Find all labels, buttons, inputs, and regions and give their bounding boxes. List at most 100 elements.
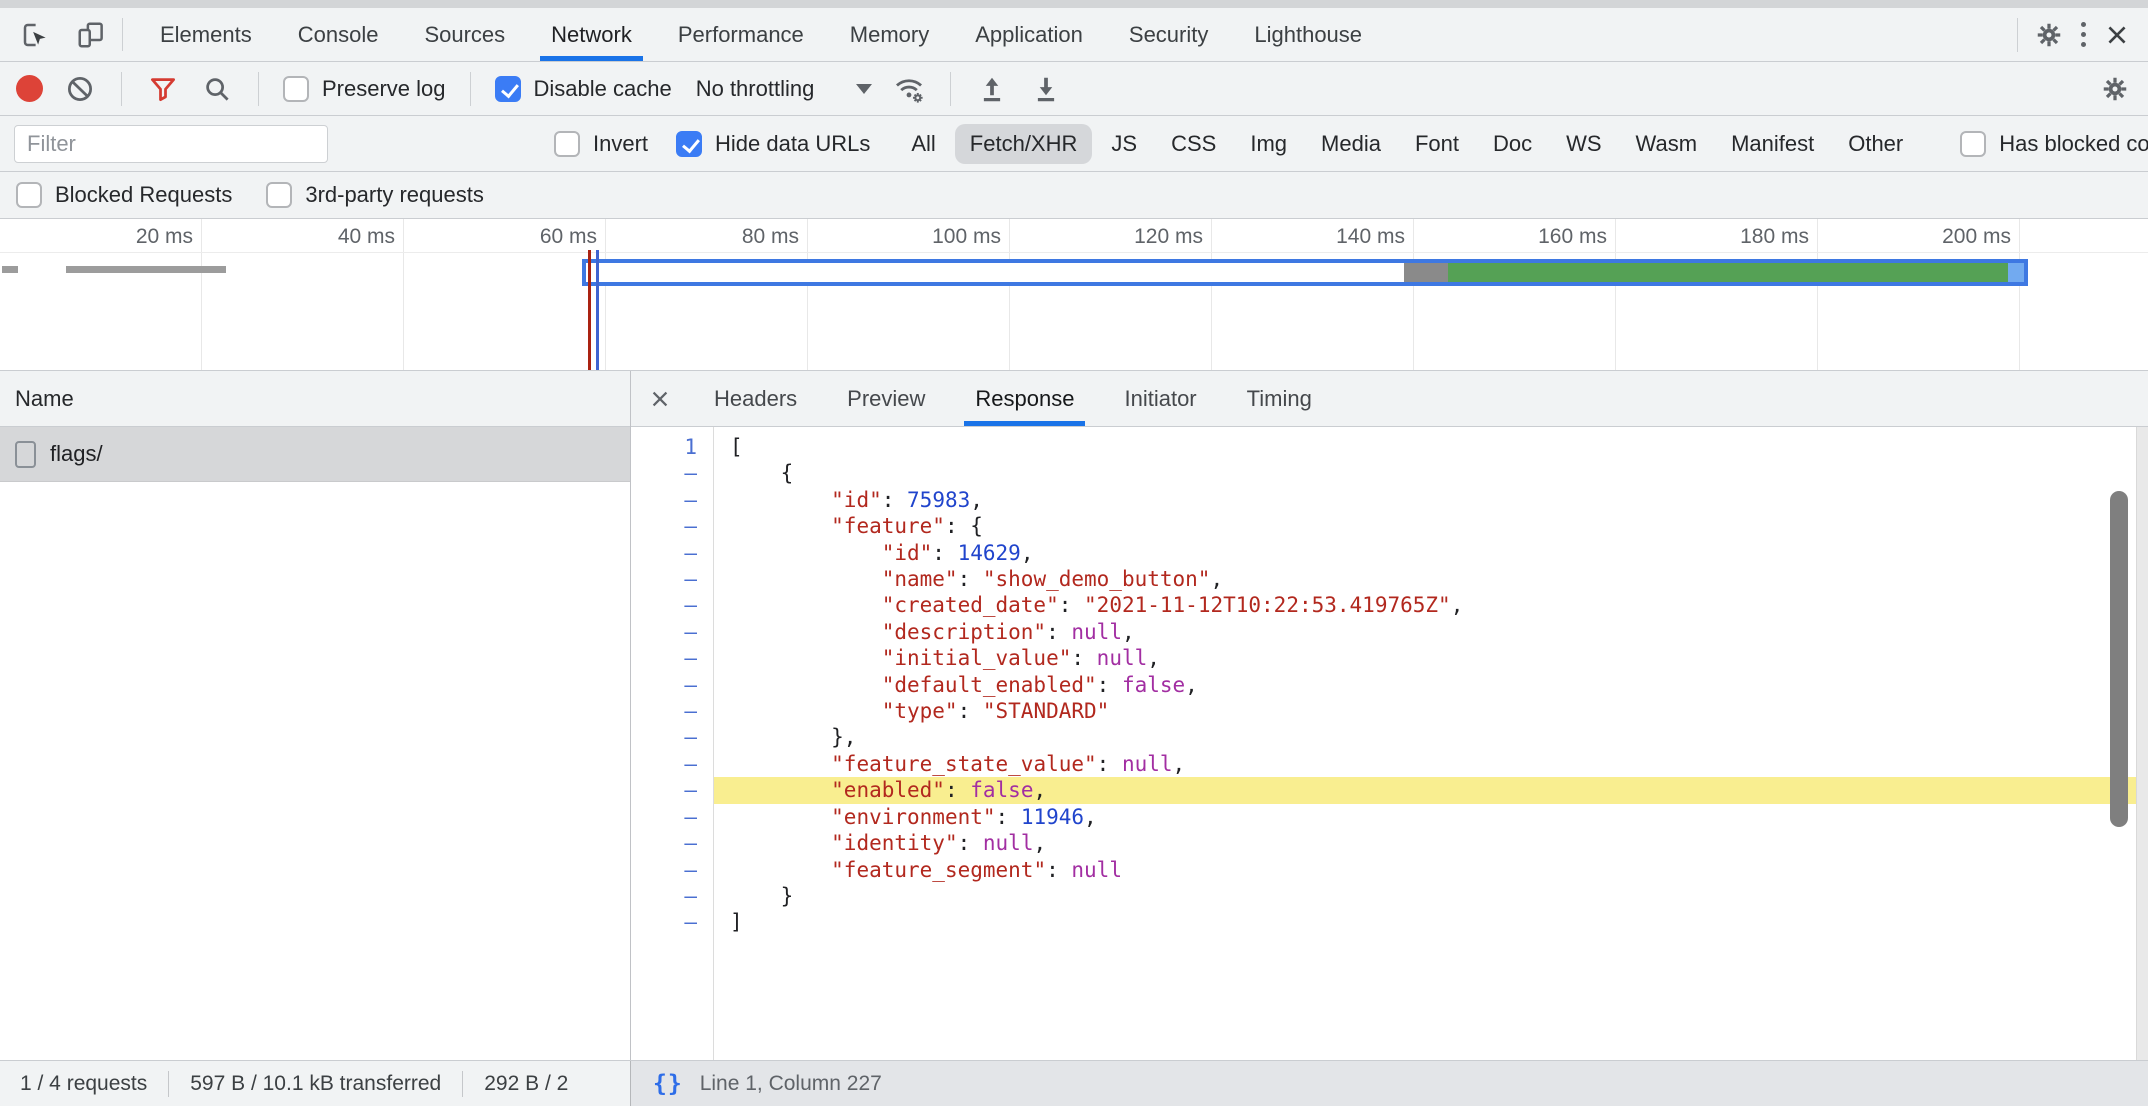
- panel-tab[interactable]: Elements: [137, 8, 275, 61]
- panel-tab[interactable]: Network: [528, 8, 655, 61]
- inspect-element-icon[interactable]: [18, 18, 52, 52]
- resource-type-chip[interactable]: Font: [1400, 124, 1474, 164]
- resource-type-chip[interactable]: Img: [1235, 124, 1302, 164]
- code-token: [730, 567, 882, 591]
- blocked-requests-checkbox[interactable]: Blocked Requests: [16, 182, 232, 208]
- resource-type-chip[interactable]: WS: [1551, 124, 1616, 164]
- code-token: ,: [970, 488, 983, 512]
- code-token: ,: [1210, 567, 1223, 591]
- line-number: –: [631, 751, 713, 777]
- panel-tab[interactable]: Console: [275, 8, 402, 61]
- code-token: "2021-11-12T10:22:53.419765Z": [1084, 593, 1451, 617]
- summary-segment: 597 B / 10.1 kB transferred: [147, 1071, 441, 1097]
- resource-type-chip[interactable]: Manifest: [1716, 124, 1829, 164]
- panel-tab[interactable]: Application: [952, 8, 1106, 61]
- chevron-down-icon: [856, 84, 872, 94]
- code-token: [730, 778, 831, 802]
- filter-input[interactable]: [14, 125, 328, 163]
- invert-checkbox[interactable]: Invert: [554, 131, 648, 157]
- code-line: – {: [631, 460, 2148, 486]
- network-conditions-icon[interactable]: [892, 72, 926, 106]
- vertical-scrollbar-thumb[interactable]: [2110, 491, 2128, 827]
- code-token: "created_date": [882, 593, 1059, 617]
- document-icon: [15, 441, 36, 468]
- hide-data-urls-checkbox[interactable]: Hide data URLs: [676, 131, 870, 157]
- detail-tabbar: Headers Preview Response Initiator Timin…: [631, 371, 2148, 427]
- detail-tab-label: Initiator: [1124, 386, 1196, 412]
- detail-tab[interactable]: Headers: [689, 371, 822, 426]
- code-token: :: [958, 567, 983, 591]
- response-code-viewer[interactable]: 1 [ – { – "id": 75983,: [631, 427, 2148, 1060]
- filter-funnel-icon[interactable]: [146, 72, 180, 106]
- summary-text: 597 B / 10.1 kB transferred: [190, 1072, 441, 1096]
- resource-type-chip[interactable]: CSS: [1156, 124, 1231, 164]
- line-content: {: [713, 460, 2148, 486]
- code-token: ,: [1021, 541, 1034, 565]
- timeline-grid: 20 ms 40 ms 60 ms 80 ms 100 ms 120 ms 14…: [0, 219, 2148, 370]
- throttling-dropdown[interactable]: No throttling: [692, 76, 873, 102]
- name-header-label: Name: [15, 386, 74, 412]
- preserve-log-checkbox[interactable]: Preserve log: [283, 76, 446, 102]
- code-token: [730, 805, 831, 829]
- cursor-position: Line 1, Column 227: [700, 1072, 882, 1096]
- resource-type-chip[interactable]: Doc: [1478, 124, 1547, 164]
- clear-requests-icon[interactable]: [63, 72, 97, 106]
- code-token: "identity": [831, 831, 957, 855]
- code-token: }: [730, 884, 793, 908]
- request-timing-bar[interactable]: [582, 259, 2028, 286]
- has-blocked-cookies-checkbox[interactable]: Has blocked cookies: [1960, 131, 2148, 157]
- request-rows: flags/: [0, 427, 630, 482]
- network-settings-gear-icon[interactable]: [2098, 72, 2132, 106]
- code-line: – "identity": null,: [631, 830, 2148, 856]
- detail-tab[interactable]: Initiator: [1099, 371, 1221, 426]
- panel-tab[interactable]: Memory: [827, 8, 952, 61]
- toolbar-divider: [121, 72, 122, 106]
- third-party-requests-checkbox[interactable]: 3rd-party requests: [266, 182, 484, 208]
- request-row[interactable]: flags/: [0, 427, 630, 482]
- code-line: – "feature": {: [631, 513, 2148, 539]
- name-column-header[interactable]: Name: [0, 371, 630, 427]
- device-toolbar-icon[interactable]: [74, 18, 108, 52]
- search-icon[interactable]: [200, 72, 234, 106]
- resource-type-chip[interactable]: Media: [1306, 124, 1396, 164]
- pretty-print-icon[interactable]: {}: [653, 1071, 683, 1097]
- code-line: – "feature_state_value": null,: [631, 751, 2148, 777]
- close-detail-icon[interactable]: [631, 371, 689, 426]
- request-list-pane: Name flags/: [0, 371, 630, 1060]
- resource-type-chip[interactable]: JS: [1096, 124, 1152, 164]
- more-options-kebab-icon[interactable]: [2066, 18, 2100, 52]
- code-token: [730, 541, 882, 565]
- resource-type-chip[interactable]: Other: [1833, 124, 1918, 164]
- line-content: "identity": null,: [713, 830, 2148, 856]
- line-content: "id": 14629,: [713, 540, 2148, 566]
- code-token: "initial_value": [882, 646, 1072, 670]
- detail-tab[interactable]: Response: [950, 371, 1099, 426]
- resource-type-chip[interactable]: Fetch/XHR: [955, 124, 1093, 164]
- export-har-icon[interactable]: [1029, 72, 1063, 106]
- code-token: false: [1122, 673, 1185, 697]
- disable-cache-checkbox[interactable]: Disable cache: [495, 76, 672, 102]
- network-overview[interactable]: 20 ms 40 ms 60 ms 80 ms 100 ms 120 ms 14…: [0, 219, 2148, 371]
- code-token: [730, 858, 831, 882]
- line-number: –: [631, 698, 713, 724]
- request-filters-row: Blocked Requests 3rd-party requests: [0, 172, 2148, 219]
- panel-tab[interactable]: Security: [1106, 8, 1231, 61]
- timeline-tick: 140 ms: [1212, 219, 1414, 370]
- resource-type-chip[interactable]: All: [896, 124, 950, 164]
- settings-gear-icon[interactable]: [2032, 18, 2066, 52]
- import-har-icon[interactable]: [975, 72, 1009, 106]
- detail-tab[interactable]: Preview: [822, 371, 950, 426]
- timeline-tick: 40 ms: [202, 219, 404, 370]
- scrollbar-track: [2136, 427, 2148, 1060]
- panel-tab[interactable]: Sources: [401, 8, 528, 61]
- record-button[interactable]: [16, 75, 43, 102]
- panel-tab[interactable]: Lighthouse: [1231, 8, 1385, 61]
- close-devtools-icon[interactable]: [2100, 18, 2134, 52]
- detail-tab[interactable]: Timing: [1222, 371, 1337, 426]
- panel-tab[interactable]: Performance: [655, 8, 827, 61]
- window-top-edge: [0, 0, 2148, 8]
- resource-type-chip[interactable]: Wasm: [1621, 124, 1713, 164]
- panel-tab-label: Elements: [160, 22, 252, 48]
- code-token: null: [1097, 646, 1148, 670]
- summary-segment: 292 B / 2: [441, 1071, 568, 1097]
